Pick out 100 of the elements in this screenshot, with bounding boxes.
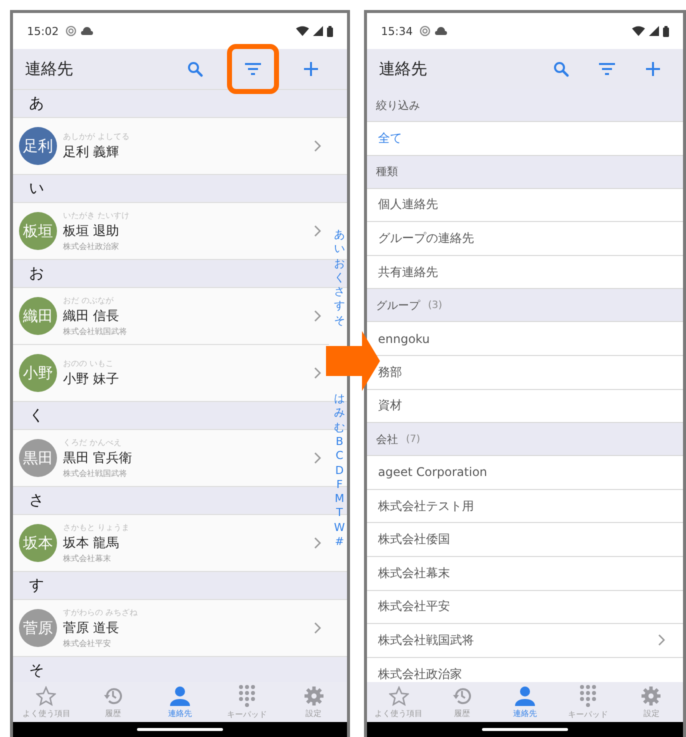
filter-option[interactable]: 資材 bbox=[378, 397, 402, 414]
section-letter: す bbox=[29, 576, 44, 595]
name-reading: さかもと りょうま bbox=[63, 522, 131, 533]
tab[interactable]: 連絡先 bbox=[146, 682, 214, 722]
index-letter[interactable]: お bbox=[334, 256, 345, 271]
contact-name: 菅原 道長 bbox=[63, 620, 120, 637]
tab[interactable]: 連絡先 bbox=[493, 682, 557, 722]
section-letter: さ bbox=[29, 491, 44, 510]
index-letter[interactable]: は bbox=[334, 392, 345, 406]
status-time: 15:34 bbox=[381, 24, 413, 38]
tab[interactable]: 履歴 bbox=[80, 682, 147, 722]
chevron-icon bbox=[314, 537, 321, 549]
filter-option[interactable]: 共有連絡先 bbox=[378, 264, 438, 281]
index-letter[interactable]: C bbox=[336, 449, 344, 464]
filter-option[interactable]: 株式会社政治家 bbox=[378, 666, 462, 682]
search-icon bbox=[553, 61, 569, 77]
search-icon bbox=[187, 61, 203, 77]
filter-option[interactable]: 株式会社幕末 bbox=[378, 564, 450, 582]
section-title: 種類 bbox=[376, 164, 398, 180]
contact-name: 足利 義輝 bbox=[63, 144, 120, 160]
index-letter[interactable]: M bbox=[334, 492, 344, 506]
avatar: 黒田 bbox=[19, 439, 57, 477]
tab[interactable]: よく使う項目 bbox=[367, 682, 430, 722]
avatar: 菅原 bbox=[19, 609, 57, 647]
screen-title: 連絡先 bbox=[379, 58, 428, 80]
index-letter[interactable]: さ bbox=[334, 285, 345, 300]
arrow-drawing bbox=[326, 331, 380, 391]
section-letter: お bbox=[29, 264, 44, 283]
index-letter[interactable]: # bbox=[334, 535, 344, 550]
screen-title: 連絡先 bbox=[25, 58, 74, 80]
section-letter: あ bbox=[29, 94, 44, 113]
chevron-icon bbox=[314, 622, 321, 634]
notification-icon bbox=[418, 25, 431, 37]
company-name: 株式会社幕末 bbox=[63, 553, 112, 564]
count-label: (3) bbox=[428, 300, 442, 311]
index-letter[interactable]: T bbox=[336, 506, 343, 521]
index-letter[interactable]: B bbox=[336, 434, 344, 450]
name-reading: あしかが よしてる bbox=[63, 130, 131, 142]
tab[interactable]: キーパッド bbox=[556, 682, 620, 722]
filter-option[interactable]: 株式会社倭国 bbox=[378, 531, 450, 548]
company-name: 株式会社政治家 bbox=[63, 241, 120, 252]
chevron-icon bbox=[314, 452, 321, 464]
index-letter[interactable]: D bbox=[335, 464, 344, 478]
company-name: 株式会社戦国武将 bbox=[63, 468, 128, 479]
count-label: (7) bbox=[406, 434, 420, 445]
section-title: 会社 bbox=[376, 432, 398, 447]
index-letter[interactable]: あ bbox=[334, 228, 345, 242]
name-reading: くろだ かんべえ bbox=[63, 437, 123, 448]
filter-option[interactable]: 株式会社テスト用 bbox=[378, 498, 474, 515]
index-letter[interactable]: そ bbox=[334, 314, 345, 328]
add-icon bbox=[304, 62, 318, 76]
wifi-icon bbox=[296, 26, 309, 36]
history-icon bbox=[452, 686, 472, 706]
tab[interactable]: 設定 bbox=[280, 682, 347, 722]
filter-option[interactable]: グループの連絡先 bbox=[378, 230, 474, 247]
section-letter: い bbox=[29, 179, 44, 198]
index-letter[interactable]: く bbox=[334, 270, 345, 286]
avatar: 小野 bbox=[19, 354, 57, 392]
tab[interactable]: よく使う項目 bbox=[13, 682, 80, 722]
section-letter: そ bbox=[29, 661, 44, 680]
section-letter: く bbox=[29, 406, 44, 425]
avatar: 坂本 bbox=[19, 524, 57, 562]
index-letter[interactable]: み bbox=[334, 406, 345, 421]
filter-option[interactable]: 全て bbox=[378, 130, 402, 147]
tab[interactable]: 履歴 bbox=[430, 682, 494, 722]
filter-option[interactable]: 個人連絡先 bbox=[378, 196, 438, 214]
chevron-icon bbox=[314, 310, 321, 322]
name-reading: いたがき たいすけ bbox=[63, 210, 131, 221]
filter-option[interactable]: 務部 bbox=[378, 364, 402, 381]
wifi-icon bbox=[632, 26, 645, 36]
add-icon bbox=[646, 62, 660, 76]
gear-icon bbox=[641, 686, 662, 706]
index-letter[interactable]: い bbox=[334, 242, 345, 257]
battery-icon bbox=[327, 26, 333, 36]
index-letter[interactable]: す bbox=[334, 299, 345, 314]
filter-option[interactable]: 株式会社戦国武将 bbox=[378, 632, 474, 649]
company-name: 株式会社平安 bbox=[63, 638, 112, 649]
battery-icon bbox=[663, 26, 669, 36]
avatar: 織田 bbox=[19, 297, 57, 335]
tab[interactable]: キーパッド bbox=[213, 682, 280, 722]
contact-row[interactable]: 板垣 いたがき たいすけ 板垣 退助 株式会社政治家 bbox=[13, 203, 329, 259]
index-letter[interactable]: F bbox=[336, 478, 343, 492]
contact-name: 黒田 官兵衛 bbox=[63, 450, 134, 467]
contact-row[interactable]: 菅原 すがわらの みちざね 菅原 道長 株式会社平安 bbox=[13, 600, 329, 656]
contact-row[interactable]: 織田 おだ のぶなが 織田 信長 株式会社戦国武将 bbox=[13, 288, 329, 344]
avatar: 板垣 bbox=[19, 212, 57, 250]
index-letter[interactable]: W bbox=[334, 520, 345, 536]
status-time: 15:02 bbox=[27, 24, 59, 38]
index-letter[interactable]: む bbox=[334, 420, 345, 435]
notification-icon bbox=[64, 25, 77, 37]
filter-option[interactable]: ageet Corporation bbox=[378, 465, 488, 480]
gear-icon bbox=[304, 686, 324, 706]
contact-row[interactable]: 黒田 くろだ かんべえ 黒田 官兵衛 株式会社戦国武将 bbox=[13, 430, 329, 486]
contact-row[interactable]: 坂本 さかもと りょうま 坂本 龍馬 株式会社幕末 bbox=[13, 515, 329, 571]
chevron-icon bbox=[314, 367, 321, 379]
tab[interactable]: 設定 bbox=[620, 682, 684, 722]
keypad-icon bbox=[579, 684, 598, 707]
filter-option[interactable]: enngoku bbox=[378, 332, 430, 346]
person-icon bbox=[514, 686, 536, 706]
filter-option[interactable]: 株式会社平安 bbox=[378, 598, 450, 616]
